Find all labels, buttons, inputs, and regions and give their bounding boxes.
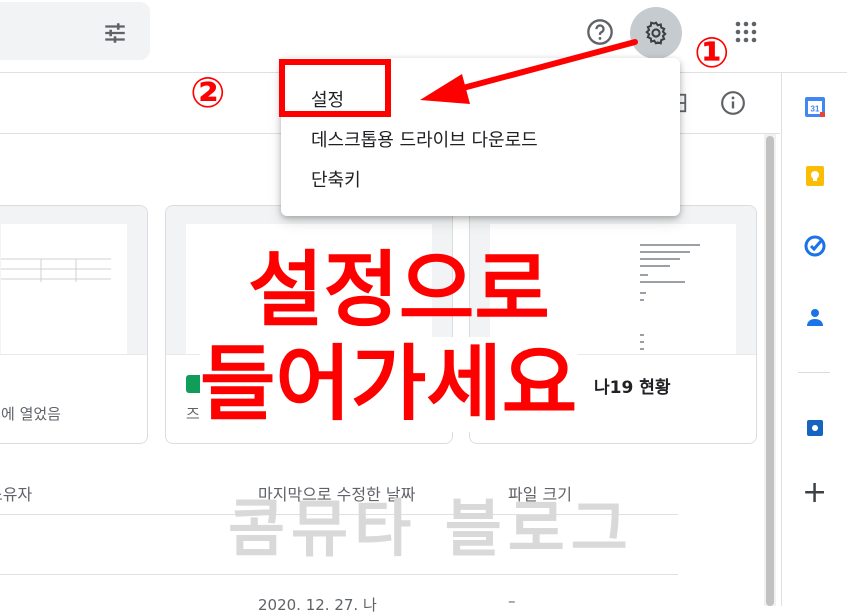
row-modified-date: 2020. 12. 27. 나	[258, 596, 377, 614]
menu-item-download-drive[interactable]: 데스크톱용 드라이브 다운로드	[311, 126, 538, 152]
spreadsheet-thumbnail	[1, 258, 111, 282]
contacts-icon[interactable]	[803, 305, 827, 329]
filter-icon[interactable]	[102, 20, 128, 46]
add-icon[interactable]: +	[802, 478, 827, 508]
tasks-icon[interactable]	[803, 234, 827, 258]
step-1-label: ①	[694, 28, 730, 77]
calendar-day: 31	[811, 105, 820, 114]
menu-item-shortcuts[interactable]: 단축키	[311, 166, 361, 192]
instruction-line-1: 설정으로	[248, 243, 550, 338]
instruction-line-2-text: 들어가세요	[200, 337, 578, 432]
card-title: 나19 현황	[594, 378, 671, 398]
card-footer: 에 열었음	[0, 354, 147, 443]
file-card[interactable]: 에 열었음	[0, 205, 148, 444]
instruction-line-2: 들어가세요	[200, 337, 578, 432]
get-addons-icon[interactable]	[803, 416, 827, 440]
watermark: 콤뮤타 블로그	[228, 492, 634, 565]
arrow-annotation	[420, 39, 638, 104]
card-caption: 즈	[186, 405, 200, 423]
row-file-size: –	[508, 592, 516, 610]
calendar-icon[interactable]: 31	[803, 95, 827, 119]
column-header-owner[interactable]: 소유자	[0, 481, 32, 505]
card-caption: 에 열었음	[1, 405, 61, 423]
file-preview	[0, 206, 147, 354]
keep-icon[interactable]	[803, 164, 827, 188]
step-2-label: ②	[190, 68, 226, 117]
highlight-box	[279, 59, 391, 117]
divider	[0, 574, 678, 575]
side-divider	[798, 372, 830, 373]
apps-icon[interactable]	[734, 20, 758, 44]
info-icon[interactable]	[720, 90, 746, 116]
scrollbar-thumb[interactable]	[766, 136, 774, 606]
side-panel	[781, 73, 847, 606]
